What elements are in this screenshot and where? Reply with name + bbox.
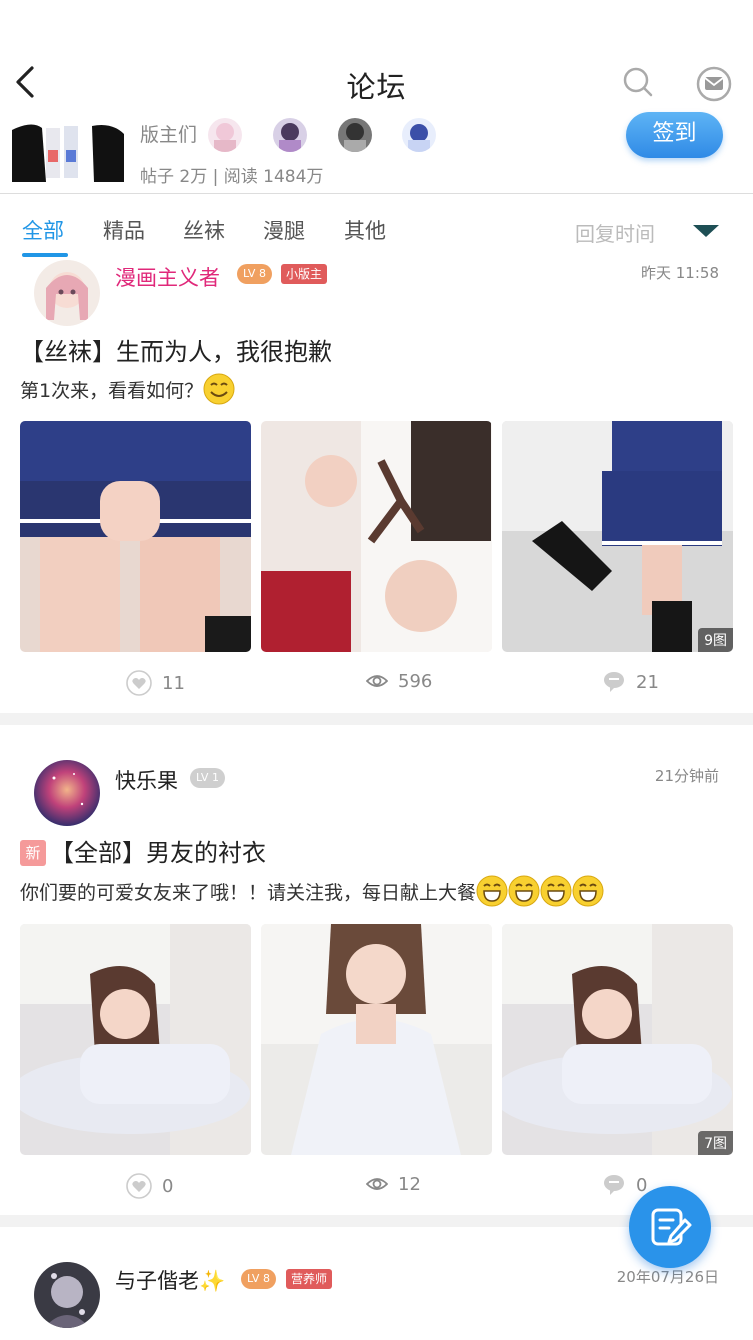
comment-button[interactable]: 21 [602, 670, 659, 694]
eye-icon [366, 675, 388, 687]
checkin-button[interactable]: 签到 [626, 112, 723, 158]
moderator-avatar[interactable] [402, 118, 436, 152]
heart-icon [126, 670, 152, 696]
grin-emoji-icon [572, 875, 604, 907]
post-image[interactable] [20, 421, 251, 652]
image-count-badge: 7图 [698, 1131, 733, 1155]
new-badge: 新 [20, 840, 46, 866]
post-title[interactable]: 新【全部】男友的衬衣 [20, 833, 266, 868]
author-avatar[interactable] [34, 260, 100, 326]
sort-dropdown-icon[interactable] [693, 225, 719, 237]
post-image[interactable] [261, 421, 492, 652]
post-image[interactable]: 7图 [502, 924, 733, 1155]
search-icon [623, 67, 653, 97]
author-name[interactable]: 与子偕老✨ [115, 1265, 225, 1295]
view-stat: 12 [366, 1173, 421, 1195]
compose-post-button[interactable] [629, 1186, 711, 1268]
image-count-badge: 9图 [698, 628, 733, 652]
author-name[interactable]: 漫画主义者 [115, 262, 220, 292]
like-button[interactable]: 11 [126, 670, 185, 696]
post-snippet: 你们要的可爱女友来了哦！！请关注我，每日献上大餐 [20, 875, 604, 907]
tab-comic-legs[interactable]: 漫腿 [263, 215, 305, 245]
view-stat: 596 [366, 670, 432, 692]
grin-emoji-icon [540, 875, 572, 907]
top-bar: 论坛 [0, 0, 753, 110]
tab-all[interactable]: 全部 [22, 215, 64, 245]
post-title-text: 【全部】男友的衬衣 [50, 839, 266, 867]
level-badge: LV 1 [190, 768, 225, 788]
heart-icon [126, 1173, 152, 1199]
level-value: 8 [258, 267, 266, 280]
like-count: 0 [162, 1175, 174, 1197]
view-count: 12 [398, 1173, 421, 1195]
comment-count: 21 [636, 671, 659, 693]
sort-selector-label[interactable]: 回复时间 [575, 218, 655, 247]
author-avatar[interactable] [34, 760, 100, 826]
eye-icon [366, 1178, 388, 1190]
level-value: 8 [262, 1272, 270, 1285]
active-tab-indicator [22, 253, 68, 257]
role-badge: 营养师 [286, 1269, 333, 1289]
grin-emoji-icon [508, 875, 540, 907]
grin-emoji-icon [476, 875, 508, 907]
forum-cover-image [12, 120, 124, 182]
tab-other[interactable]: 其他 [344, 215, 386, 245]
level-badge: LV 8 [237, 264, 272, 284]
compose-icon [651, 1208, 692, 1246]
category-tabs: 全部 精品 丝袜 漫腿 其他 回复时间 [0, 195, 753, 261]
comment-icon [604, 672, 624, 692]
author-avatar[interactable] [34, 1262, 100, 1328]
post-image[interactable] [261, 924, 492, 1155]
forum-header: 版主们 帖子 2万 | 阅读 1484万 签到 [0, 110, 753, 194]
messages-button[interactable] [694, 64, 734, 104]
smile-emoji-icon [203, 373, 235, 405]
level-value: 1 [211, 771, 219, 784]
view-count: 596 [398, 670, 433, 692]
snippet-text: 第1次来，看看如何？ [20, 380, 204, 402]
tab-stockings[interactable]: 丝袜 [183, 215, 225, 245]
author-name[interactable]: 快乐果 [115, 765, 178, 795]
section-divider [0, 713, 753, 725]
moderators-label: 版主们 [140, 124, 198, 146]
moderator-avatar[interactable] [338, 118, 372, 152]
snippet-text: 你们要的可爱女友来了哦！！请关注我，每日献上大餐 [20, 882, 477, 904]
forum-stats: 帖子 2万 | 阅读 1484万 [140, 167, 324, 187]
comment-icon [604, 1175, 624, 1195]
post-image[interactable] [20, 924, 251, 1155]
post-time: 20年07月26日 [616, 1268, 719, 1286]
post-time: 昨天 11:58 [641, 264, 719, 282]
post-card[interactable]: 漫画主义者 LV 8 小版主 昨天 11:58 【丝袜】生而为人，我很抱歉 第1… [0, 258, 753, 713]
tab-featured[interactable]: 精品 [103, 215, 145, 245]
like-button[interactable]: 0 [126, 1173, 173, 1199]
moderator-avatar[interactable] [273, 118, 307, 152]
like-count: 11 [162, 672, 185, 694]
role-badge: 小版主 [281, 264, 328, 284]
post-card[interactable]: 快乐果 LV 1 21分钟前 新【全部】男友的衬衣 你们要的可爱女友来了哦！！请… [0, 725, 753, 1215]
post-image[interactable]: 9图 [502, 421, 733, 652]
moderator-avatar[interactable] [208, 118, 242, 152]
search-button[interactable] [620, 64, 656, 100]
mail-icon [696, 66, 732, 102]
post-snippet: 第1次来，看看如何？ [20, 373, 235, 405]
post-time: 21分钟前 [654, 767, 719, 785]
level-badge: LV 8 [241, 1269, 276, 1289]
post-title[interactable]: 【丝袜】生而为人，我很抱歉 [20, 332, 332, 367]
